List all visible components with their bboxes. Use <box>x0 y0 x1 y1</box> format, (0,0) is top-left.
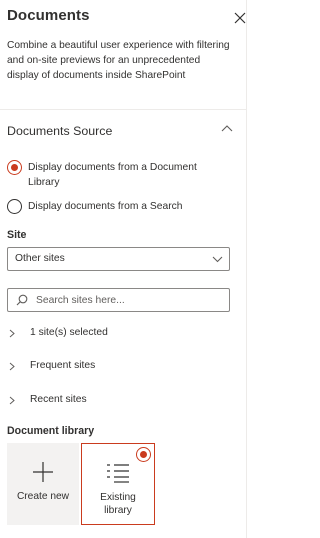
radio-document-library[interactable]: Display documents from a Document Librar… <box>7 160 228 190</box>
expander-frequent-sites[interactable]: Frequent sites <box>7 359 237 377</box>
tile-label: Create new <box>16 491 70 502</box>
site-dropdown-value: Other sites <box>15 253 65 264</box>
pane-title: Documents <box>7 7 90 24</box>
radio-label: Display documents from a Search <box>28 201 183 212</box>
site-label: Site <box>7 229 27 241</box>
chevron-right-icon <box>9 329 15 338</box>
radio-button[interactable] <box>7 199 22 214</box>
search-icon <box>16 294 28 306</box>
existing-library-tile[interactable]: Existing library <box>81 443 155 525</box>
pane-description: Combine a beautiful user experience with… <box>7 40 230 82</box>
create-new-tile[interactable]: Create new <box>7 443 79 525</box>
tile-label: Existing library <box>100 492 136 516</box>
chevron-right-icon <box>9 362 15 371</box>
close-icon[interactable] <box>233 11 247 25</box>
expander-label: 1 site(s) selected <box>30 327 108 338</box>
pane-header: Documents <box>7 7 246 24</box>
documents-source-title: Documents Source <box>7 124 113 138</box>
divider <box>0 109 246 110</box>
documents-property-pane: Documents Combine a beautiful user exper… <box>0 0 247 538</box>
radio-search[interactable]: Display documents from a Search <box>7 199 183 214</box>
radio-label: Display documents from a Document Librar… <box>28 162 197 188</box>
list-icon <box>107 464 129 483</box>
site-dropdown[interactable]: Other sites <box>7 247 230 271</box>
expander-label: Recent sites <box>30 394 87 405</box>
document-library-choice-group: Create new Existing library <box>7 443 155 525</box>
selected-radio-indicator <box>136 447 151 462</box>
documents-source-group-header[interactable]: Documents Source <box>7 122 237 140</box>
plus-icon <box>33 462 53 482</box>
expander-recent-sites[interactable]: Recent sites <box>7 393 237 411</box>
radio-button-checked[interactable] <box>7 160 22 175</box>
expander-selected-sites[interactable]: 1 site(s) selected <box>7 326 237 344</box>
chevron-down-icon <box>212 256 223 263</box>
chevron-right-icon <box>9 396 15 405</box>
document-library-label: Document library <box>7 425 95 437</box>
chevron-up-icon <box>221 125 233 132</box>
site-search-box[interactable] <box>7 288 230 312</box>
expander-label: Frequent sites <box>30 360 96 371</box>
search-input[interactable] <box>36 292 224 308</box>
